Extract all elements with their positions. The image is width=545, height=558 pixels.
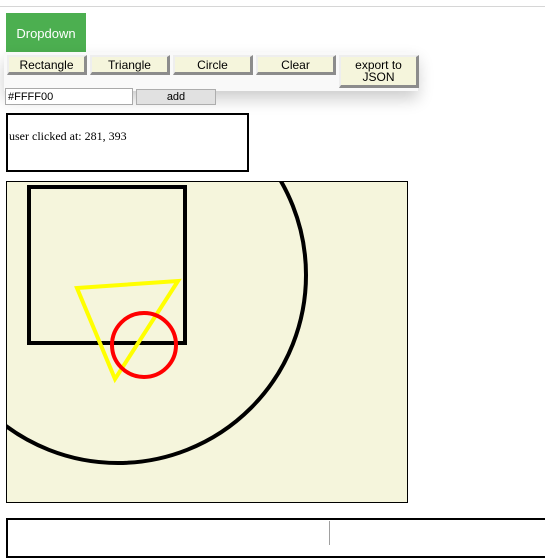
bottom-panel xyxy=(6,518,545,558)
color-input[interactable] xyxy=(5,88,133,105)
yellow-triangle xyxy=(74,278,182,384)
add-color-button[interactable]: add xyxy=(136,89,216,105)
export-json-button[interactable]: export to JSON xyxy=(339,55,419,88)
triangle-button[interactable]: Triangle xyxy=(90,55,170,75)
clear-button[interactable]: Clear xyxy=(256,55,336,75)
circle-button[interactable]: Circle xyxy=(173,55,253,75)
top-divider xyxy=(0,6,545,7)
bottom-panel-divider xyxy=(329,521,330,545)
dropdown-button[interactable]: Dropdown xyxy=(6,13,86,54)
large-black-circle xyxy=(7,182,308,465)
rectangle-button[interactable]: Rectangle xyxy=(7,55,87,75)
click-coordinates-readout: user clicked at: 281, 393 xyxy=(6,113,249,172)
drawing-canvas[interactable] xyxy=(6,181,408,503)
drawing-canvas-svg[interactable] xyxy=(7,182,407,502)
